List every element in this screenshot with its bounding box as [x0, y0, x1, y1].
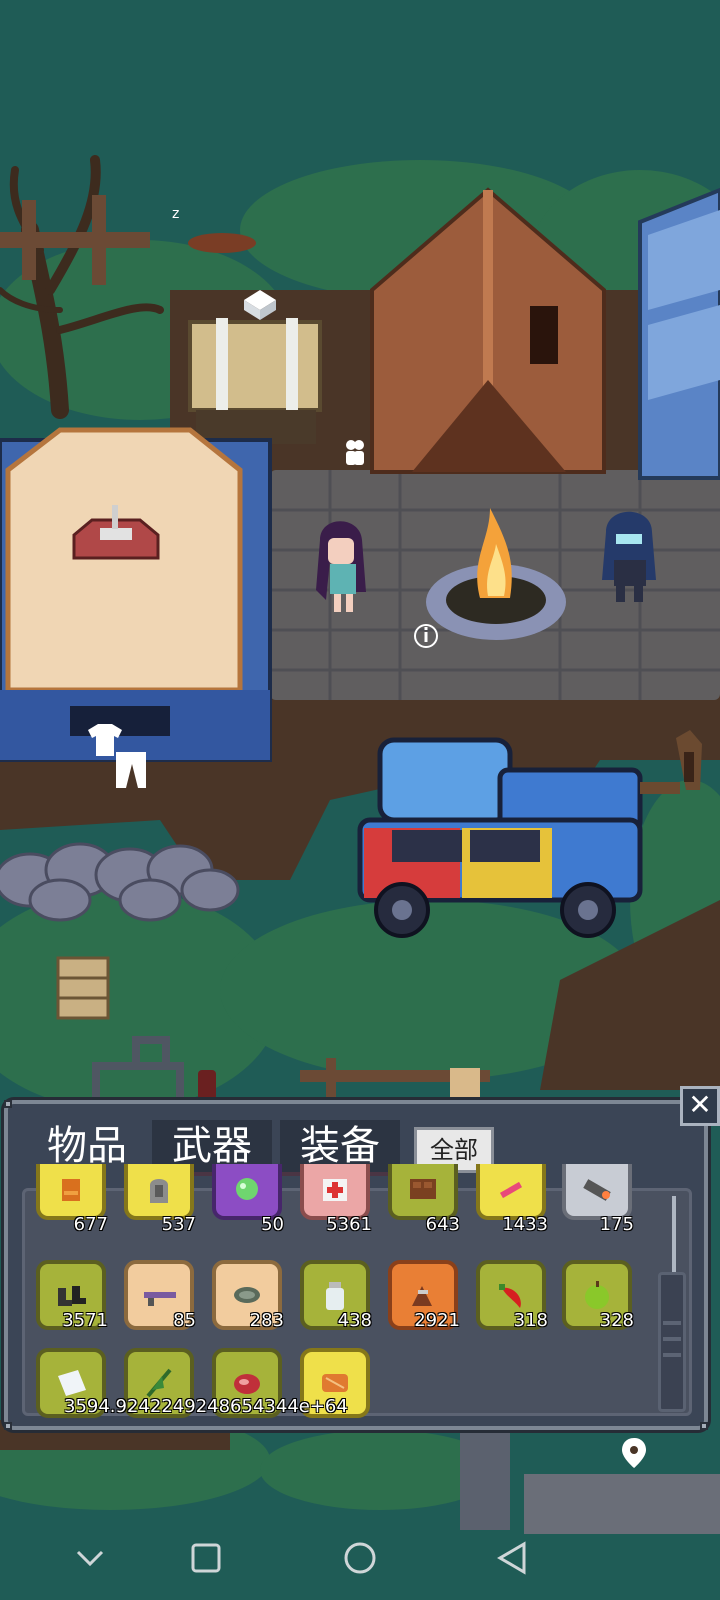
raw-meat-icon: [234, 1374, 260, 1394]
apple-icon: [585, 1281, 609, 1309]
item-count: 537: [161, 1214, 196, 1235]
washroom-building[interactable]: [0, 427, 272, 762]
inventory-slot[interactable]: [124, 1164, 194, 1220]
triangle-back-icon[interactable]: [484, 1530, 540, 1586]
item-count: 438: [337, 1310, 372, 1331]
item-count: 643: [425, 1214, 460, 1235]
sleeping-dog[interactable]: [188, 233, 256, 253]
leather-icon: [234, 1287, 260, 1303]
scrap-icon: [412, 1286, 432, 1306]
chili-pepper-icon: [499, 1284, 521, 1308]
glass-shed[interactable]: [638, 187, 720, 480]
water-bottle-icon: [326, 1282, 344, 1310]
item-count: 318: [513, 1310, 548, 1331]
storage-crate[interactable]: [188, 318, 322, 444]
inventory-slot[interactable]: [388, 1164, 458, 1220]
scrollbar[interactable]: [658, 1196, 686, 1414]
item-count: 283: [249, 1310, 284, 1331]
bread-icon: [322, 1374, 348, 1392]
inventory-slot[interactable]: [562, 1164, 632, 1220]
rivet: [4, 1100, 12, 1108]
item-count: 677: [73, 1214, 108, 1235]
wooden-crate[interactable]: [56, 956, 110, 1020]
sleep-indicator: z: [172, 206, 179, 222]
item-count: 2921: [414, 1310, 460, 1331]
close-icon: ✕: [688, 1088, 712, 1121]
potion-icon: [236, 1178, 258, 1200]
item-count: 175: [599, 1214, 634, 1235]
rivet: [700, 1422, 708, 1430]
medkit-icon: [323, 1179, 347, 1201]
cloth-icon: [58, 1370, 86, 1396]
boots-icon: [58, 1286, 86, 1306]
item-count: 5361: [326, 1214, 372, 1235]
inventory-slot[interactable]: [36, 1164, 106, 1220]
chevron-down-icon[interactable]: [62, 1530, 118, 1586]
people-icon: [346, 440, 364, 465]
android-nav-bar: [0, 1516, 720, 1600]
square-icon[interactable]: [178, 1530, 234, 1586]
rivet: [4, 1422, 12, 1430]
item-count: 1433: [502, 1214, 548, 1235]
herb-icon: [146, 1368, 172, 1398]
road: [460, 1430, 510, 1530]
scrollbar-thumb[interactable]: [658, 1272, 686, 1412]
inventory-slot[interactable]: [300, 1164, 370, 1220]
item-count-overflow: 3594.92422492486543​44e+64: [64, 1396, 348, 1417]
item-count: 85: [173, 1310, 196, 1331]
close-button[interactable]: ✕: [680, 1086, 720, 1126]
item-count: 50: [261, 1214, 284, 1235]
tombstone-icon: [150, 1179, 168, 1203]
item-count: 328: [599, 1310, 634, 1331]
syringe-icon: [499, 1181, 523, 1199]
bottle: [198, 1070, 216, 1104]
inventory-slot[interactable]: [212, 1164, 282, 1220]
item-count: 3571: [62, 1310, 108, 1331]
rifle-icon: [144, 1292, 176, 1306]
circle-icon[interactable]: [332, 1530, 388, 1586]
scrollbar-track: [672, 1196, 676, 1276]
flashlight-icon: [583, 1179, 611, 1201]
inventory-slot[interactable]: [476, 1164, 546, 1220]
furniture-icon: [62, 1179, 80, 1201]
paper-bag: [450, 1068, 480, 1102]
chocolate-icon: [410, 1179, 436, 1199]
